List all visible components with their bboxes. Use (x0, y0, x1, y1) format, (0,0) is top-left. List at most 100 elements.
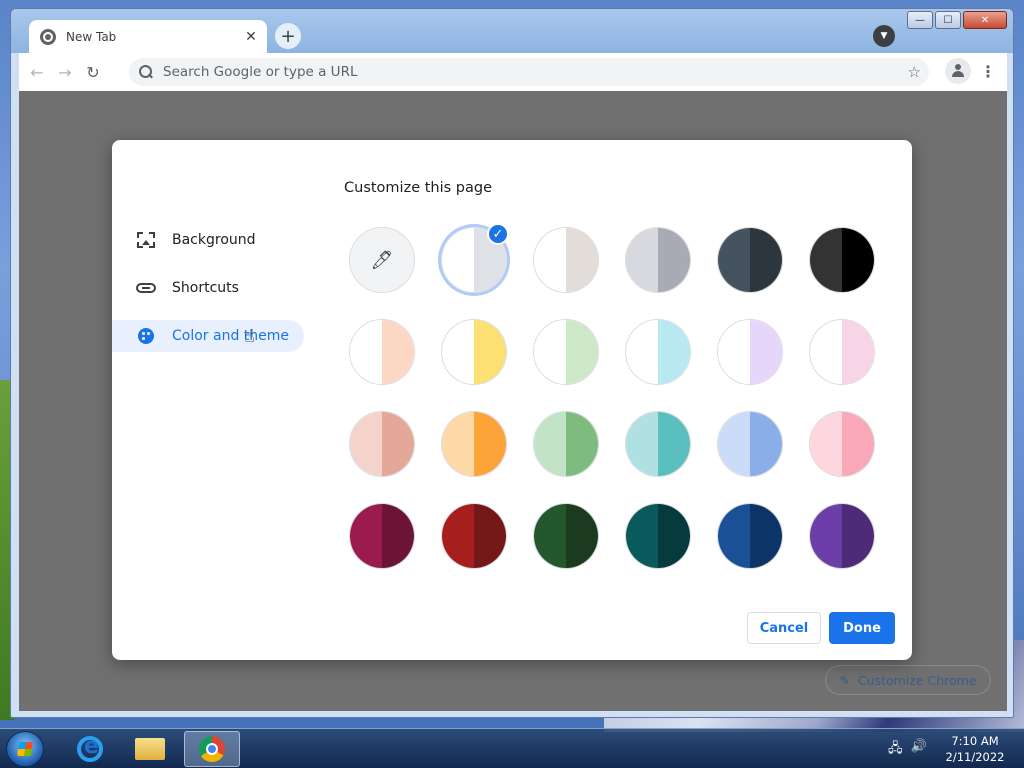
swatch-left-half (534, 412, 566, 476)
color-swatch-circle (809, 227, 875, 293)
volume-icon[interactable]: 🔊 (911, 739, 927, 761)
customize-chrome-button[interactable]: ✎ Customize Chrome (825, 665, 991, 695)
profile-avatar-button[interactable] (945, 58, 971, 84)
color-swatch-circle (717, 503, 783, 569)
omnibox-placeholder[interactable]: Search Google or type a URL (163, 64, 908, 80)
color-swatch[interactable] (533, 503, 599, 569)
swatch-right-half (382, 320, 414, 384)
color-swatch[interactable] (717, 319, 783, 385)
color-swatch[interactable] (809, 227, 875, 293)
swatch-right-half (750, 320, 782, 384)
color-swatch[interactable] (625, 227, 691, 293)
color-swatch-circle (809, 503, 875, 569)
color-swatch[interactable] (533, 411, 599, 477)
color-swatch[interactable] (717, 227, 783, 293)
color-swatch-circle: 🖊 (349, 227, 415, 293)
swatch-right-half (842, 504, 874, 568)
swatch-right-half (566, 504, 598, 568)
color-swatch[interactable] (809, 411, 875, 477)
color-swatch-circle (441, 319, 507, 385)
bookmark-star-icon[interactable]: ☆ (908, 63, 921, 81)
swatch-left-half (810, 320, 842, 384)
folder-icon (135, 738, 165, 760)
color-swatch-circle (441, 503, 507, 569)
window-controls: — ☐ ✕ (907, 11, 1007, 29)
cancel-button[interactable]: Cancel (747, 612, 821, 644)
color-swatch-circle (625, 227, 691, 293)
browser-toolbar: ← → ↻ Search Google or type a URL ☆ ⋮ (19, 53, 1007, 91)
color-swatch-circle (533, 411, 599, 477)
swatch-left-half (442, 320, 474, 384)
chrome-icon (199, 736, 225, 762)
swatch-left-half (350, 412, 382, 476)
swatch-right-half (474, 412, 506, 476)
color-swatch[interactable] (441, 411, 507, 477)
reload-button[interactable]: ↻ (79, 58, 107, 86)
color-swatch[interactable] (625, 503, 691, 569)
swatch-left-half (810, 228, 842, 292)
swatch-right-half (566, 412, 598, 476)
maximize-button[interactable]: ☐ (935, 11, 961, 29)
nav-item-color-and-theme[interactable]: Color and theme (112, 320, 304, 352)
minimize-button[interactable]: — (907, 11, 933, 29)
swatch-left-half (442, 412, 474, 476)
chrome-favicon-icon (40, 28, 56, 45)
taskbar-internet-explorer[interactable] (62, 731, 118, 767)
color-swatch-grid: 🖊 ✓ (349, 223, 875, 569)
swatch-left-half (350, 320, 382, 384)
pencil-icon: ✎ (839, 672, 850, 688)
swatch-left-half (810, 504, 842, 568)
network-icon[interactable]: 🖧 (888, 739, 903, 761)
color-swatch-circle (349, 411, 415, 477)
color-swatch[interactable] (625, 319, 691, 385)
swatch-left-half (350, 504, 382, 568)
color-swatch[interactable] (441, 503, 507, 569)
new-tab-button[interactable]: + (275, 23, 301, 49)
search-icon (139, 65, 153, 79)
color-swatch[interactable] (717, 411, 783, 477)
color-swatch[interactable] (533, 227, 599, 293)
color-swatch[interactable]: 🖊 (349, 227, 415, 293)
swatch-right-half (750, 412, 782, 476)
color-swatch-circle (441, 411, 507, 477)
color-swatch[interactable] (809, 319, 875, 385)
dialog-title: Customize this page (344, 180, 493, 196)
chrome-menu-button[interactable]: ⋮ (975, 58, 1001, 84)
color-swatch-circle (349, 503, 415, 569)
omnibox[interactable]: Search Google or type a URL ☆ (129, 58, 929, 86)
tab-close-icon[interactable]: ✕ (241, 27, 261, 47)
swatch-right-half (842, 320, 874, 384)
color-swatch-circle (349, 319, 415, 385)
color-swatch[interactable] (349, 503, 415, 569)
nav-item-background[interactable]: Background (112, 224, 304, 256)
taskbar-file-explorer[interactable] (122, 731, 178, 767)
forward-button[interactable]: → (51, 58, 79, 86)
color-swatch[interactable] (441, 319, 507, 385)
tab-search-icon[interactable]: ▼ (873, 25, 895, 47)
nav-item-shortcuts[interactable]: Shortcuts (112, 272, 304, 304)
taskbar-chrome[interactable] (184, 731, 240, 767)
back-button[interactable]: ← (23, 58, 51, 86)
clock[interactable]: 7:10 AM 2/11/2022 (940, 733, 1010, 765)
color-swatch[interactable] (349, 411, 415, 477)
swatch-left-half (534, 320, 566, 384)
internet-explorer-icon (77, 734, 103, 762)
start-button[interactable] (6, 731, 44, 767)
swatch-right-half (566, 320, 598, 384)
color-swatch[interactable] (533, 319, 599, 385)
system-tray: 🖧 🔊 (888, 739, 927, 761)
color-swatch[interactable] (809, 503, 875, 569)
tab-new-tab[interactable]: New Tab ✕ (29, 20, 267, 53)
swatch-right-half (382, 504, 414, 568)
swatch-left-half (442, 504, 474, 568)
color-swatch[interactable]: ✓ (441, 223, 509, 293)
color-swatch[interactable] (717, 503, 783, 569)
clock-time: 7:10 AM (951, 734, 999, 748)
done-button[interactable]: Done (829, 612, 895, 644)
swatch-right-half (474, 320, 506, 384)
color-swatch[interactable] (349, 319, 415, 385)
eyedropper-icon: 🖊 (370, 249, 394, 271)
person-icon (951, 64, 965, 78)
close-window-button[interactable]: ✕ (963, 11, 1007, 29)
color-swatch[interactable] (625, 411, 691, 477)
